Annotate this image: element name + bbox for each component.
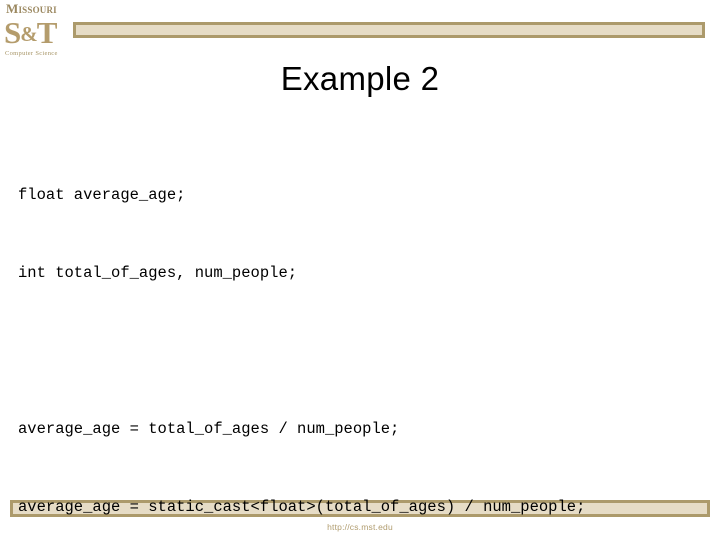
code-line: float average_age; bbox=[18, 186, 186, 204]
logo-ampersand: & bbox=[20, 22, 37, 46]
code-line: average_age = total_of_ages / num_people… bbox=[18, 420, 400, 438]
code-line: average_age = static_cast<float>(total_o… bbox=[18, 498, 586, 516]
missouri-st-logo: Missouri S&T Computer Science bbox=[2, 2, 72, 66]
code-line: int total_of_ages, num_people; bbox=[18, 264, 298, 282]
logo-letter-t: T bbox=[36, 15, 58, 50]
top-decorative-bar bbox=[73, 22, 705, 38]
logo-st-mark: S&T bbox=[2, 17, 72, 50]
logo-department-name: Computer Science bbox=[5, 50, 58, 57]
logo-letter-s: S bbox=[4, 15, 21, 50]
footer-url[interactable]: http://cs.mst.edu bbox=[0, 522, 720, 532]
page-title: Example 2 bbox=[280, 60, 440, 97]
code-block: float average_age; int total_of_ages, nu… bbox=[18, 130, 708, 546]
